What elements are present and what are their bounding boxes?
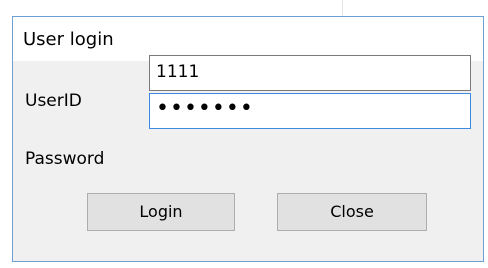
userid-input[interactable]: 1111 — [149, 55, 471, 91]
password-label: Password — [25, 149, 105, 169]
close-button[interactable]: Close — [277, 193, 427, 231]
dialog-client-area: UserID Password Login Close — [13, 61, 483, 261]
login-button[interactable]: Login — [87, 193, 235, 231]
login-dialog: User login UserID Password Login Close 1… — [12, 16, 484, 262]
desktop-area: User login UserID Password Login Close 1… — [0, 0, 488, 268]
dialog-title: User login — [23, 29, 114, 50]
password-input[interactable]: ••••••• — [149, 93, 471, 129]
userid-label: UserID — [25, 91, 82, 111]
